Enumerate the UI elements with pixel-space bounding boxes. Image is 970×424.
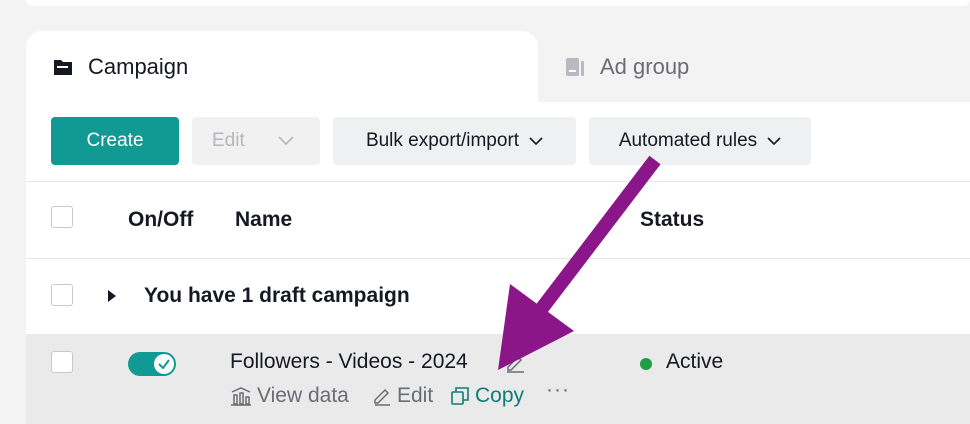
view-data-link[interactable]: View data xyxy=(230,384,349,408)
chevron-down-icon xyxy=(529,136,543,146)
create-button[interactable]: Create xyxy=(51,117,179,165)
tab-ad-group[interactable]: Ad group xyxy=(538,31,970,103)
bar-chart-icon xyxy=(230,386,252,406)
check-icon xyxy=(154,354,174,374)
table-row: Followers - Videos - 2024 Active View da… xyxy=(26,334,970,424)
edit-name-pencil-icon[interactable] xyxy=(504,352,526,379)
draft-campaign-row[interactable]: You have 1 draft campaign xyxy=(144,284,410,308)
pencil-icon xyxy=(372,386,392,406)
copy-label: Copy xyxy=(475,384,525,407)
campaign-toggle[interactable] xyxy=(128,352,176,376)
divider xyxy=(26,258,970,259)
bulk-export-import-button[interactable]: Bulk export/import xyxy=(333,117,576,165)
campaign-panel: Create Edit Bulk export/import Automated… xyxy=(26,102,970,424)
automated-rules-button[interactable]: Automated rules xyxy=(589,117,811,165)
top-strip xyxy=(26,0,970,6)
expand-caret-icon[interactable] xyxy=(108,290,116,302)
tab-label: Campaign xyxy=(88,54,189,79)
copy-icon xyxy=(450,386,470,406)
more-options-button[interactable]: ··· xyxy=(546,378,570,402)
bulk-label: Bulk export/import xyxy=(365,130,520,151)
header-status[interactable]: Status xyxy=(640,208,704,232)
status-dot xyxy=(640,358,652,370)
status-text: Active xyxy=(666,350,724,373)
edit-label: Edit xyxy=(397,384,434,407)
header-onoff: On/Off xyxy=(128,208,194,231)
edit-label: Edit xyxy=(212,130,245,151)
campaign-name[interactable]: Followers - Videos - 2024 xyxy=(230,350,468,374)
draft-row-checkbox[interactable] xyxy=(51,284,73,306)
automated-label: Automated rules xyxy=(618,130,758,151)
view-data-label: View data xyxy=(257,384,349,407)
tab-campaign[interactable]: Campaign xyxy=(26,31,538,103)
folder-icon xyxy=(52,56,74,78)
chevron-down-icon xyxy=(767,136,781,146)
ad-group-icon xyxy=(564,56,586,78)
select-all-checkbox[interactable] xyxy=(51,206,73,228)
copy-link[interactable]: Copy xyxy=(450,384,524,408)
divider xyxy=(26,181,970,182)
edit-link[interactable]: Edit xyxy=(372,384,433,408)
header-name[interactable]: Name xyxy=(235,208,292,232)
tab-label: Ad group xyxy=(600,54,690,79)
row-checkbox[interactable] xyxy=(51,351,73,373)
edit-dropdown-button[interactable]: Edit xyxy=(192,117,320,165)
chevron-down-icon xyxy=(278,130,294,152)
